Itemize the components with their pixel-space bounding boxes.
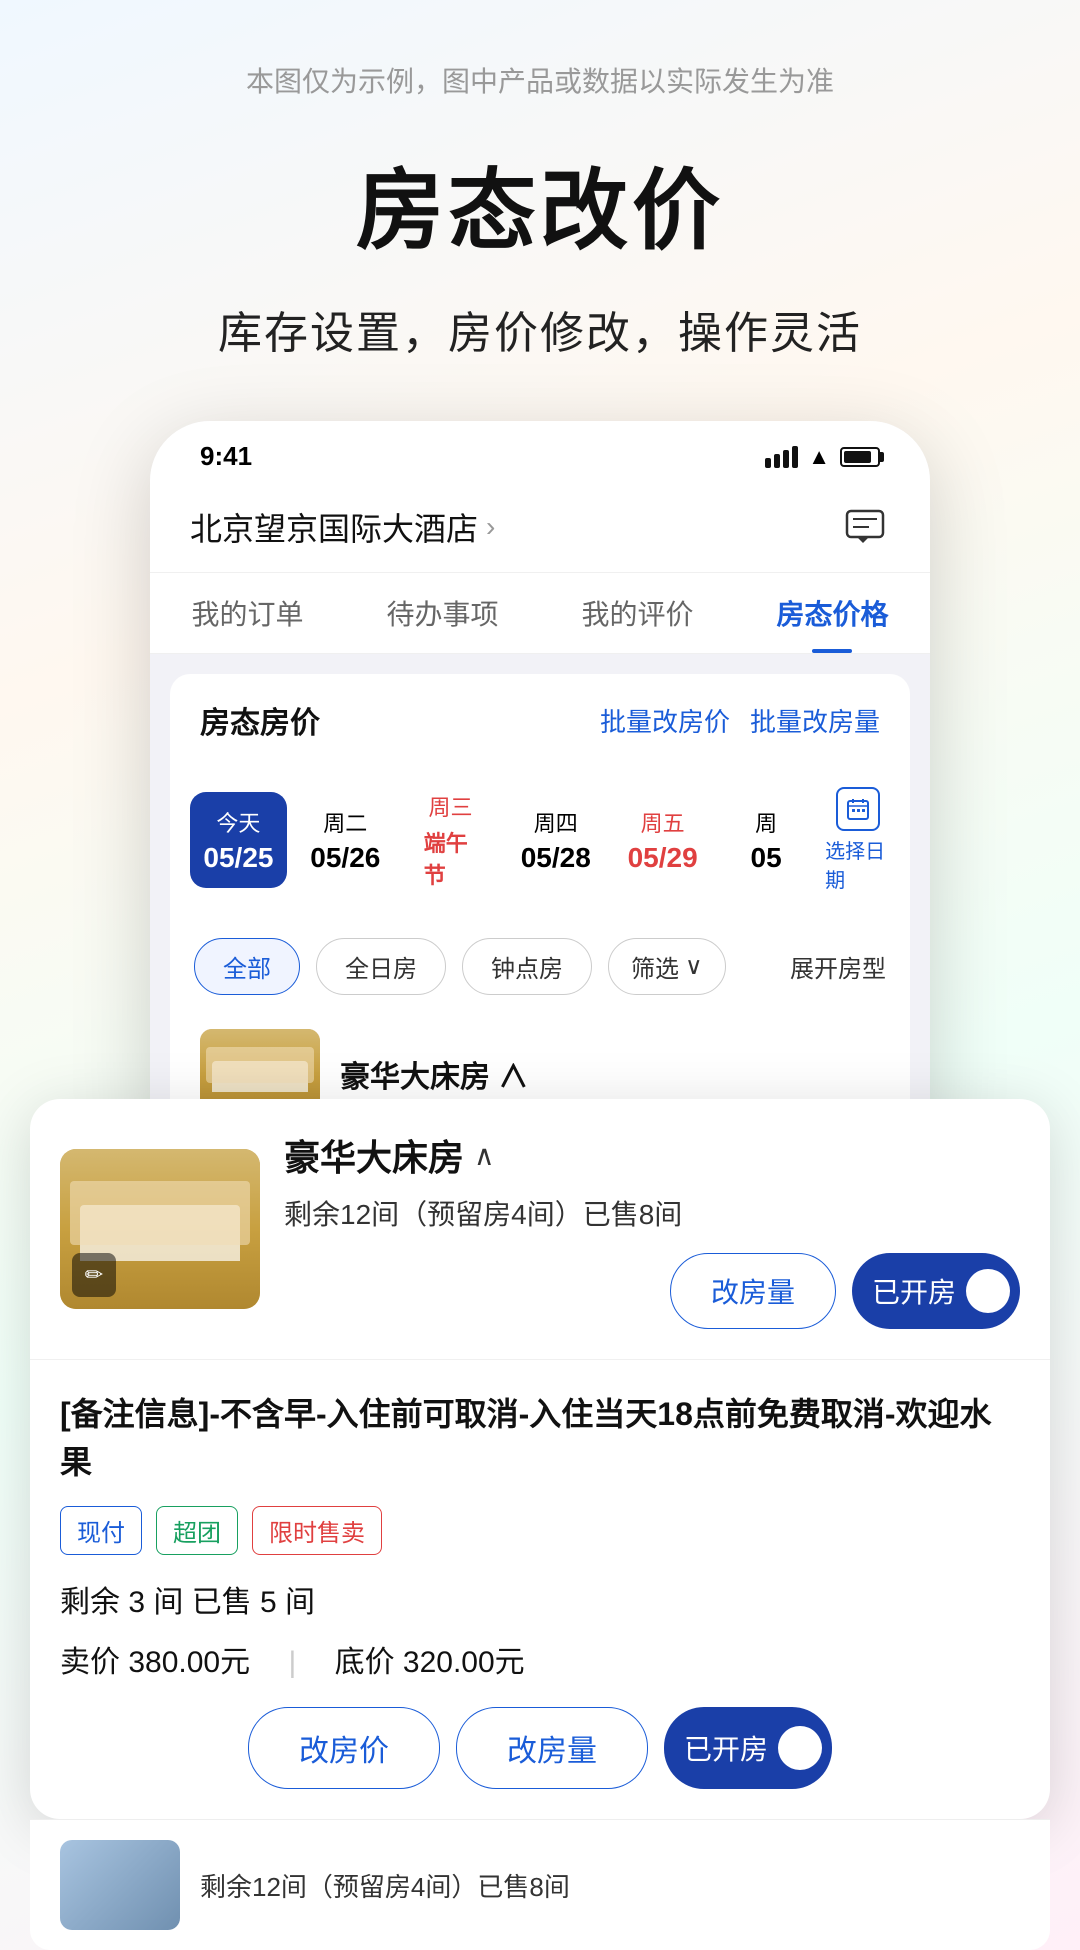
message-icon[interactable] bbox=[840, 502, 890, 552]
filter-dropdown[interactable]: 筛选 ∨ bbox=[608, 938, 726, 995]
popup-area: ✏ 豪华大床房 ∧ 剩余12间（预留房4间）已售8间 改房量 已开房 bbox=[0, 1099, 1080, 1950]
wifi-icon: ▲ bbox=[808, 444, 830, 470]
date-today[interactable]: 今天 05/25 bbox=[190, 792, 287, 888]
hotel-name-row[interactable]: 北京望京国际大酒店 › bbox=[190, 504, 495, 550]
tab-my-orders[interactable]: 我的订单 bbox=[191, 593, 303, 653]
status-time: 9:41 bbox=[200, 441, 252, 472]
signal-icon bbox=[765, 446, 798, 468]
date-wed-num: 端午节 bbox=[424, 826, 478, 890]
edit-icon[interactable]: ✏ bbox=[72, 1253, 116, 1297]
app-header: 北京望京国际大酒店 › bbox=[150, 482, 930, 573]
sell-price: 卖价 380.00元 bbox=[60, 1646, 250, 1679]
room-header-card: ✏ 豪华大床房 ∧ 剩余12间（预留房4间）已售8间 改房量 已开房 bbox=[30, 1099, 1050, 1360]
room-price-title: 房态房价 bbox=[200, 698, 320, 742]
date-tue-num: 05/26 bbox=[310, 842, 380, 874]
open-room-toggle[interactable]: 已开房 bbox=[852, 1253, 1020, 1329]
toggle-circle bbox=[966, 1269, 1010, 1313]
date-fri[interactable]: 周五 05/29 bbox=[614, 792, 711, 888]
change-room-btn[interactable]: 改房量 bbox=[670, 1253, 836, 1329]
date-fri-label: 周五 bbox=[641, 806, 685, 838]
date-partial-num: 05 bbox=[751, 842, 782, 874]
status-bar: 9:41 ▲ bbox=[150, 421, 930, 482]
date-today-num: 05/25 bbox=[203, 842, 273, 874]
rate-actions: 改房价 改房量 已开房 bbox=[60, 1707, 1020, 1789]
dropdown-arrow-icon: ∨ bbox=[685, 952, 703, 981]
date-picker: 今天 05/25 周二 05/26 周三 端午节 周四 05/28 周五 0 bbox=[170, 766, 910, 924]
batch-actions: 批量改房价 批量改房量 bbox=[600, 702, 880, 739]
tag-limited: 限时售卖 bbox=[252, 1506, 382, 1555]
date-partial[interactable]: 周 05 bbox=[721, 792, 811, 888]
date-wed[interactable]: 周三 端午节 bbox=[404, 776, 498, 904]
tab-reviews[interactable]: 我的评价 bbox=[581, 593, 693, 653]
change-room-qty-btn[interactable]: 改房量 bbox=[456, 1707, 648, 1789]
date-wed-label: 周三 bbox=[429, 790, 473, 822]
floor-price: 底价 320.00元 bbox=[335, 1646, 525, 1679]
tab-room-status[interactable]: 房态价格 bbox=[776, 593, 888, 653]
open-room-toggle-2[interactable]: 已开房 bbox=[664, 1707, 832, 1789]
popup-card: ✏ 豪华大床房 ∧ 剩余12间（预留房4间）已售8间 改房量 已开房 bbox=[30, 1099, 1050, 1819]
filter-bar: 全部 全日房 钟点房 筛选 ∨ 展开房型 bbox=[170, 924, 910, 1009]
expand-rooms-btn[interactable]: 展开房型 bbox=[790, 949, 886, 984]
date-thu-num: 05/28 bbox=[521, 842, 591, 874]
bottom-room-row: 剩余12间（预留房4间）已售8间 bbox=[30, 1820, 1050, 1950]
rate-plan-title: [备注信息]-不含早-入住前可取消-入住当天18点前免费取消-欢迎水果 bbox=[60, 1390, 1020, 1486]
disclaimer-text: 本图仅为示例，图中产品或数据以实际发生为准 bbox=[246, 60, 834, 100]
price-row: 卖价 380.00元 | 底价 320.00元 bbox=[60, 1637, 1020, 1681]
bottom-room-info: 剩余12间（预留房4间）已售8间 bbox=[200, 1867, 570, 1904]
room-name-row: 豪华大床房 ∧ bbox=[284, 1129, 1020, 1181]
calendar-icon bbox=[836, 787, 880, 831]
status-icons: ▲ bbox=[765, 444, 880, 470]
subtitle: 库存设置，房价修改，操作灵活 bbox=[218, 297, 862, 361]
availability-row: 剩余 3 间 已售 5 间 bbox=[60, 1577, 1020, 1621]
date-today-label: 今天 bbox=[216, 806, 260, 838]
room-preview-title: 豪华大床房 ∧ bbox=[340, 1052, 528, 1096]
room-price-section: 房态房价 批量改房价 批量改房量 今天 05/25 周二 05/26 周三 bbox=[150, 654, 930, 1159]
room-actions: 改房量 已开房 bbox=[284, 1253, 1020, 1329]
date-tue-label: 周二 bbox=[323, 806, 367, 838]
room-price-header: 房态房价 批量改房价 批量改房量 bbox=[170, 674, 910, 766]
date-fri-num: 05/29 bbox=[628, 842, 698, 874]
tag-chaotuan: 超团 bbox=[156, 1506, 238, 1555]
main-title: 房态改价 bbox=[356, 140, 724, 267]
bottom-preview-strip: 剩余12间（预留房4间）已售8间 bbox=[30, 1819, 1050, 1950]
nav-tabs: 我的订单 待办事项 我的评价 房态价格 bbox=[150, 573, 930, 654]
chevron-right-icon: › bbox=[486, 511, 495, 543]
filter-hourly[interactable]: 钟点房 bbox=[462, 938, 592, 995]
calendar-label: 选择日期 bbox=[825, 835, 890, 893]
collapse-icon[interactable]: ∧ bbox=[474, 1139, 495, 1172]
batch-room-btn[interactable]: 批量改房量 bbox=[750, 702, 880, 739]
phone-mockup: 9:41 ▲ 北京望京国际大酒店 › bbox=[150, 421, 930, 1159]
room-availability: 剩余12间（预留房4间）已售8间 bbox=[284, 1193, 1020, 1233]
tab-pending[interactable]: 待办事项 bbox=[386, 593, 498, 653]
calendar-btn[interactable]: 选择日期 bbox=[825, 787, 890, 893]
tag-xianjfu: 现付 bbox=[60, 1506, 142, 1555]
date-tue[interactable]: 周二 05/26 bbox=[297, 792, 394, 888]
room-preview-collapse-icon: ∧ bbox=[498, 1061, 528, 1094]
batch-price-btn[interactable]: 批量改房价 bbox=[600, 702, 730, 739]
date-thu[interactable]: 周四 05/28 bbox=[507, 792, 604, 888]
toggle-circle-2 bbox=[778, 1726, 822, 1770]
change-price-btn[interactable]: 改房价 bbox=[248, 1707, 440, 1789]
tags-row: 现付 超团 限时售卖 bbox=[60, 1506, 1020, 1555]
filter-allday[interactable]: 全日房 bbox=[316, 938, 446, 995]
filter-all[interactable]: 全部 bbox=[194, 938, 300, 995]
rate-plan-card: [备注信息]-不含早-入住前可取消-入住当天18点前免费取消-欢迎水果 现付 超… bbox=[30, 1360, 1050, 1819]
room-info: 豪华大床房 ∧ 剩余12间（预留房4间）已售8间 改房量 已开房 bbox=[284, 1129, 1020, 1329]
bottom-room-thumb bbox=[60, 1840, 180, 1930]
room-image: ✏ bbox=[60, 1149, 260, 1309]
battery-icon bbox=[840, 447, 880, 467]
room-name: 豪华大床房 bbox=[284, 1129, 464, 1181]
hotel-name-text: 北京望京国际大酒店 bbox=[190, 504, 478, 550]
date-thu-label: 周四 bbox=[534, 806, 578, 838]
date-partial-label: 周 bbox=[755, 806, 777, 838]
